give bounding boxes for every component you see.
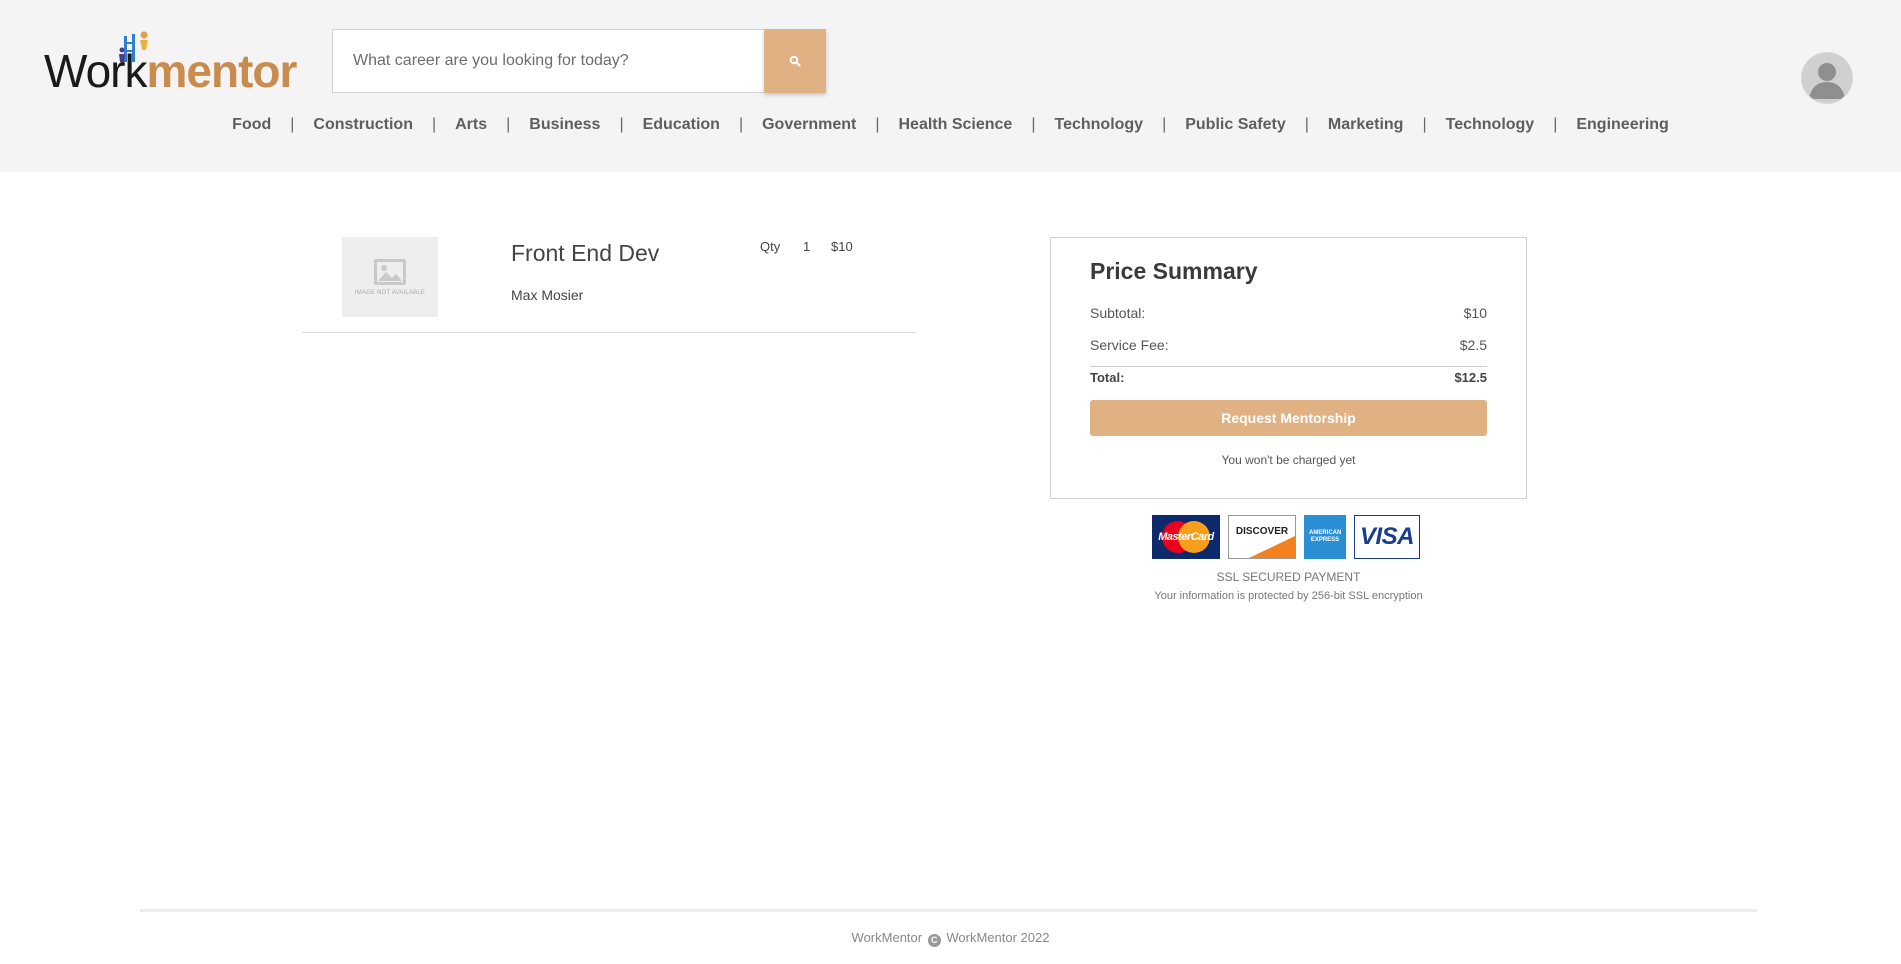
nav-separator: | — [875, 116, 880, 133]
nav-separator: | — [619, 116, 624, 133]
footer: WorkMentor C WorkMentor 2022 — [0, 930, 1901, 947]
price-summary-panel: Price Summary Subtotal: $10 Service Fee:… — [1050, 237, 1527, 499]
total-value: $12.5 — [1454, 370, 1487, 385]
nav-engineering[interactable]: Engineering — [1576, 116, 1668, 133]
image-not-available-text: IMAGE NOT AVAILABLE — [354, 290, 426, 296]
nav-separator: | — [738, 116, 744, 133]
nav-education[interactable]: Education — [643, 116, 720, 133]
discover-logo: DISCOVER — [1228, 515, 1296, 559]
nav-separator: | — [506, 116, 511, 133]
search-icon — [789, 55, 801, 67]
category-nav: Food | Construction | Arts | Business | Educatio… — [0, 116, 1901, 134]
nav-separator: | — [1031, 116, 1036, 133]
footer-brand: WorkMentor — [851, 930, 923, 945]
total-row: Total: $12.5 — [1090, 370, 1487, 385]
nav-food[interactable]: Food — [232, 116, 271, 133]
qty-label: Qty — [760, 239, 781, 254]
item-image-placeholder: IMAGE NOT AVAILABLE — [342, 237, 438, 317]
workmentor-logo[interactable]: Workmentor — [44, 30, 297, 97]
not-charged-note: You won't be charged yet — [1221, 453, 1356, 467]
price-summary-title: Price Summary — [1090, 258, 1258, 284]
nav-health-science[interactable]: Health Science — [899, 116, 1013, 133]
nav-separator: | — [1304, 116, 1309, 133]
discover-swoosh-icon — [1249, 536, 1295, 558]
visa-logo: VISA — [1354, 515, 1420, 559]
nav-arts[interactable]: Arts — [455, 116, 487, 133]
image-icon — [374, 259, 406, 285]
payment-cards: MasterCard DISCOVER AMERICAN EXPRESS VIS… — [1152, 515, 1420, 559]
ssl-encryption-note: Your information is protected by 256-bit… — [1154, 590, 1423, 602]
total-label: Total: — [1090, 370, 1125, 385]
nav-construction[interactable]: Construction — [313, 116, 413, 133]
search-bar — [332, 29, 826, 93]
nav-technology[interactable]: Technology — [1054, 116, 1143, 133]
item-divider — [302, 332, 916, 333]
search-button[interactable] — [764, 29, 826, 93]
search-input[interactable] — [333, 30, 765, 92]
nav-separator: | — [431, 116, 437, 133]
subtotal-row: Subtotal: $10 — [1090, 305, 1487, 321]
nav-separator: | — [290, 116, 295, 133]
user-avatar[interactable] — [1801, 52, 1853, 104]
nav-separator: | — [1553, 116, 1558, 133]
item-mentor-name: Max Mosier — [511, 287, 584, 303]
mastercard-logo: MasterCard — [1152, 515, 1220, 559]
logo-word-work: Work — [44, 45, 147, 97]
service-fee-row: Service Fee: $2.5 — [1090, 337, 1487, 353]
qty-value[interactable]: 1 — [803, 239, 810, 254]
nav-technology-2[interactable]: Technology — [1446, 116, 1535, 133]
item-title[interactable]: Front End Dev — [511, 240, 659, 267]
request-mentorship-button[interactable]: Request Mentorship — [1090, 400, 1487, 436]
visa-text: VISA — [1359, 523, 1415, 550]
nav-government[interactable]: Government — [762, 116, 856, 133]
nav-business[interactable]: Business — [529, 116, 600, 133]
ssl-secured-title: SSL SECURED PAYMENT — [1216, 570, 1361, 584]
mastercard-text: MasterCard — [1158, 531, 1214, 543]
item-price: $10 — [831, 239, 853, 254]
nav-separator: | — [1162, 116, 1167, 133]
subtotal-label: Subtotal: — [1090, 305, 1146, 321]
discover-text: DISCOVER — [1235, 525, 1289, 537]
footer-copyright-text: WorkMentor 2022 — [946, 930, 1050, 945]
amex-text: AMERICAN EXPRESS — [1309, 530, 1342, 543]
logo-word-mentor: mentor — [146, 45, 298, 97]
service-fee-label: Service Fee: — [1090, 337, 1169, 353]
amex-logo: AMERICAN EXPRESS — [1304, 515, 1346, 559]
service-fee-value: $2.5 — [1459, 337, 1487, 353]
user-icon — [1802, 53, 1852, 103]
subtotal-value: $10 — [1463, 305, 1487, 321]
nav-public-safety[interactable]: Public Safety — [1185, 116, 1285, 133]
copyright-icon: C — [927, 934, 941, 947]
nav-marketing[interactable]: Marketing — [1328, 116, 1404, 133]
summary-divider — [1090, 366, 1487, 367]
nav-separator: | — [1422, 116, 1427, 133]
header: Workmentor Food | Construction | Arts | Busine… — [0, 0, 1901, 172]
footer-divider — [140, 909, 1757, 912]
